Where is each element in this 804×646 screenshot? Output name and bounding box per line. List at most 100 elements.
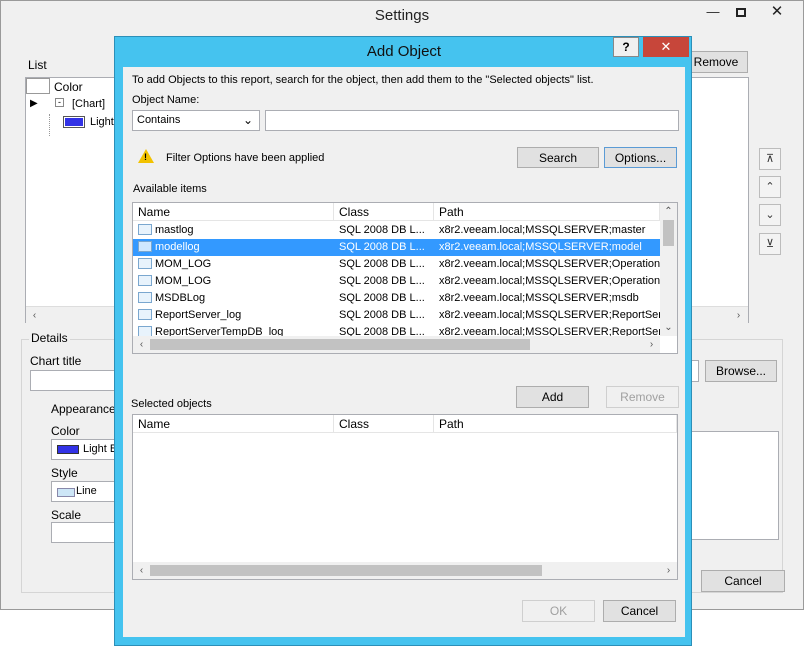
color-label: Color — [51, 424, 80, 438]
list-col-color: Color — [54, 80, 83, 94]
scroll-right-icon[interactable]: › — [730, 307, 747, 324]
close-icon[interactable]: ✕ — [759, 1, 795, 23]
available-items-list[interactable]: Name Class Path mastlog SQL 2008 DB L... x… — [132, 202, 678, 354]
options-button[interactable]: Options... — [604, 147, 677, 168]
scroll-up-icon[interactable]: ⌃ — [660, 203, 677, 220]
tree-line — [49, 114, 50, 136]
maximize-button[interactable] — [725, 1, 757, 23]
table-row[interactable]: ReportServer_log SQL 2008 DB L... x8r2.vee… — [133, 307, 660, 324]
list-label: List — [28, 58, 47, 72]
table-row[interactable]: MSDBLog SQL 2008 DB L... x8r2.veeam.local;… — [133, 290, 660, 307]
selected-objects-label: Selected objects — [131, 398, 212, 410]
row-name-text: MOM_LOG — [155, 258, 212, 270]
scale-input[interactable] — [51, 522, 121, 543]
chevron-down-icon: ⌄ — [243, 113, 254, 127]
list-corner-cell — [26, 78, 50, 94]
col-class[interactable]: Class — [334, 203, 434, 221]
available-rows: mastlog SQL 2008 DB L... x8r2.veeam.local;… — [133, 222, 660, 336]
appearance-label: Appearance — [51, 402, 116, 416]
ok-button[interactable]: OK — [522, 600, 595, 622]
settings-cancel-button[interactable]: Cancel — [701, 570, 785, 592]
tree-chart-node[interactable]: [Chart] — [72, 98, 105, 110]
path-input[interactable] — [691, 360, 699, 382]
filter-mode-value: Contains — [137, 114, 181, 126]
available-items-label: Available items — [133, 183, 207, 195]
table-row[interactable]: MOM_LOG SQL 2008 DB L... x8r2.veeam.local;… — [133, 273, 660, 290]
folder-icon — [138, 275, 152, 286]
color-select[interactable]: Light B — [51, 439, 121, 460]
scroll-down-icon[interactable]: ⌄ — [660, 319, 677, 336]
table-row[interactable]: modellog SQL 2008 DB L... x8r2.veeam.local… — [133, 239, 660, 256]
object-search-input[interactable] — [265, 110, 679, 131]
expand-arrow-icon[interactable]: ▶ — [30, 98, 38, 109]
search-button[interactable]: Search — [517, 147, 599, 168]
scroll-left-icon[interactable]: ‹ — [26, 307, 43, 324]
table-row[interactable]: MOM_LOG SQL 2008 DB L... x8r2.veeam.local;… — [133, 256, 660, 273]
filter-mode-select[interactable]: Contains ⌄ — [132, 110, 260, 131]
row-class: SQL 2008 DB L... — [339, 275, 425, 287]
style-label: Style — [51, 466, 78, 480]
sel-col-class[interactable]: Class — [334, 415, 434, 433]
row-class: SQL 2008 DB L... — [339, 241, 425, 253]
table-row[interactable]: ReportServerTempDB_log SQL 2008 DB L... x8… — [133, 324, 660, 336]
folder-icon — [138, 326, 152, 336]
cancel-button[interactable]: Cancel — [603, 600, 676, 622]
folder-icon — [138, 258, 152, 269]
row-class: SQL 2008 DB L... — [339, 258, 425, 270]
row-class: SQL 2008 DB L... — [339, 292, 425, 304]
color-select-swatch — [57, 445, 79, 454]
tree-item-light[interactable]: Light — [90, 116, 114, 128]
move-up-icon[interactable]: ⌃ — [759, 176, 781, 198]
available-vscrollbar[interactable]: ⌃ ⌄ — [660, 203, 677, 336]
sel-hscroll-thumb[interactable] — [150, 565, 542, 576]
selected-hscrollbar[interactable]: ‹ › — [133, 562, 677, 579]
available-hscrollbar[interactable]: ‹ › — [133, 336, 660, 353]
row-path: x8r2.veeam.local;MSSQLSERVER;Operations — [439, 275, 660, 287]
help-icon[interactable]: ? — [613, 37, 639, 57]
row-class: SQL 2008 DB L... — [339, 224, 425, 236]
line-style-icon — [57, 488, 75, 497]
scroll-left-icon[interactable]: ‹ — [133, 336, 150, 353]
hscroll-thumb[interactable] — [150, 339, 530, 350]
browse-button[interactable]: Browse... — [705, 360, 777, 382]
sel-col-name[interactable]: Name — [133, 415, 334, 433]
row-name-text: mastlog — [155, 224, 194, 236]
add-button[interactable]: Add — [516, 386, 589, 408]
row-class: SQL 2008 DB L... — [339, 309, 425, 321]
move-bottom-icon[interactable]: ⊻ — [759, 233, 781, 255]
remove-button[interactable]: Remove — [606, 386, 679, 408]
collapse-box-icon[interactable]: - — [55, 98, 64, 107]
folder-icon — [138, 292, 152, 303]
row-name: MOM_LOG — [138, 256, 332, 273]
row-class: SQL 2008 DB L... — [339, 326, 425, 336]
row-name: ReportServer_log — [138, 307, 332, 324]
col-path[interactable]: Path — [434, 203, 660, 221]
list-remove-button[interactable]: Remove — [684, 51, 748, 73]
dialog-close-icon[interactable]: ✕ — [643, 37, 689, 57]
vscroll-thumb[interactable] — [663, 220, 674, 246]
chart-title-input[interactable] — [30, 370, 120, 391]
scroll-right-icon[interactable]: › — [643, 336, 660, 353]
move-down-icon[interactable]: ⌄ — [759, 204, 781, 226]
move-top-icon[interactable]: ⊼ — [759, 148, 781, 170]
dialog-title: Add Object — [366, 43, 442, 60]
sel-scroll-left-icon[interactable]: ‹ — [133, 562, 150, 579]
sel-col-path[interactable]: Path — [434, 415, 677, 433]
selected-objects-list[interactable]: Name Class Path ‹ › — [132, 414, 678, 580]
row-name: modellog — [138, 239, 332, 256]
style-select[interactable]: Line — [51, 481, 121, 502]
details-label: Details — [29, 331, 70, 345]
sel-scroll-right-icon[interactable]: › — [660, 562, 677, 579]
warning-icon-mark: ! — [144, 152, 147, 162]
row-path: x8r2.veeam.local;MSSQLSERVER;ReportServ — [439, 326, 660, 336]
settings-title: Settings — [374, 7, 430, 24]
description-area[interactable] — [691, 431, 779, 540]
folder-icon — [138, 224, 152, 235]
available-header: Name Class Path — [133, 203, 660, 221]
table-row[interactable]: mastlog SQL 2008 DB L... x8r2.veeam.local;… — [133, 222, 660, 239]
row-name: mastlog — [138, 222, 332, 239]
row-name-text: ReportServer_log — [155, 309, 242, 321]
col-name[interactable]: Name — [133, 203, 334, 221]
row-path: x8r2.veeam.local;MSSQLSERVER;msdb — [439, 292, 639, 304]
filter-note: Filter Options have been applied — [166, 152, 325, 164]
